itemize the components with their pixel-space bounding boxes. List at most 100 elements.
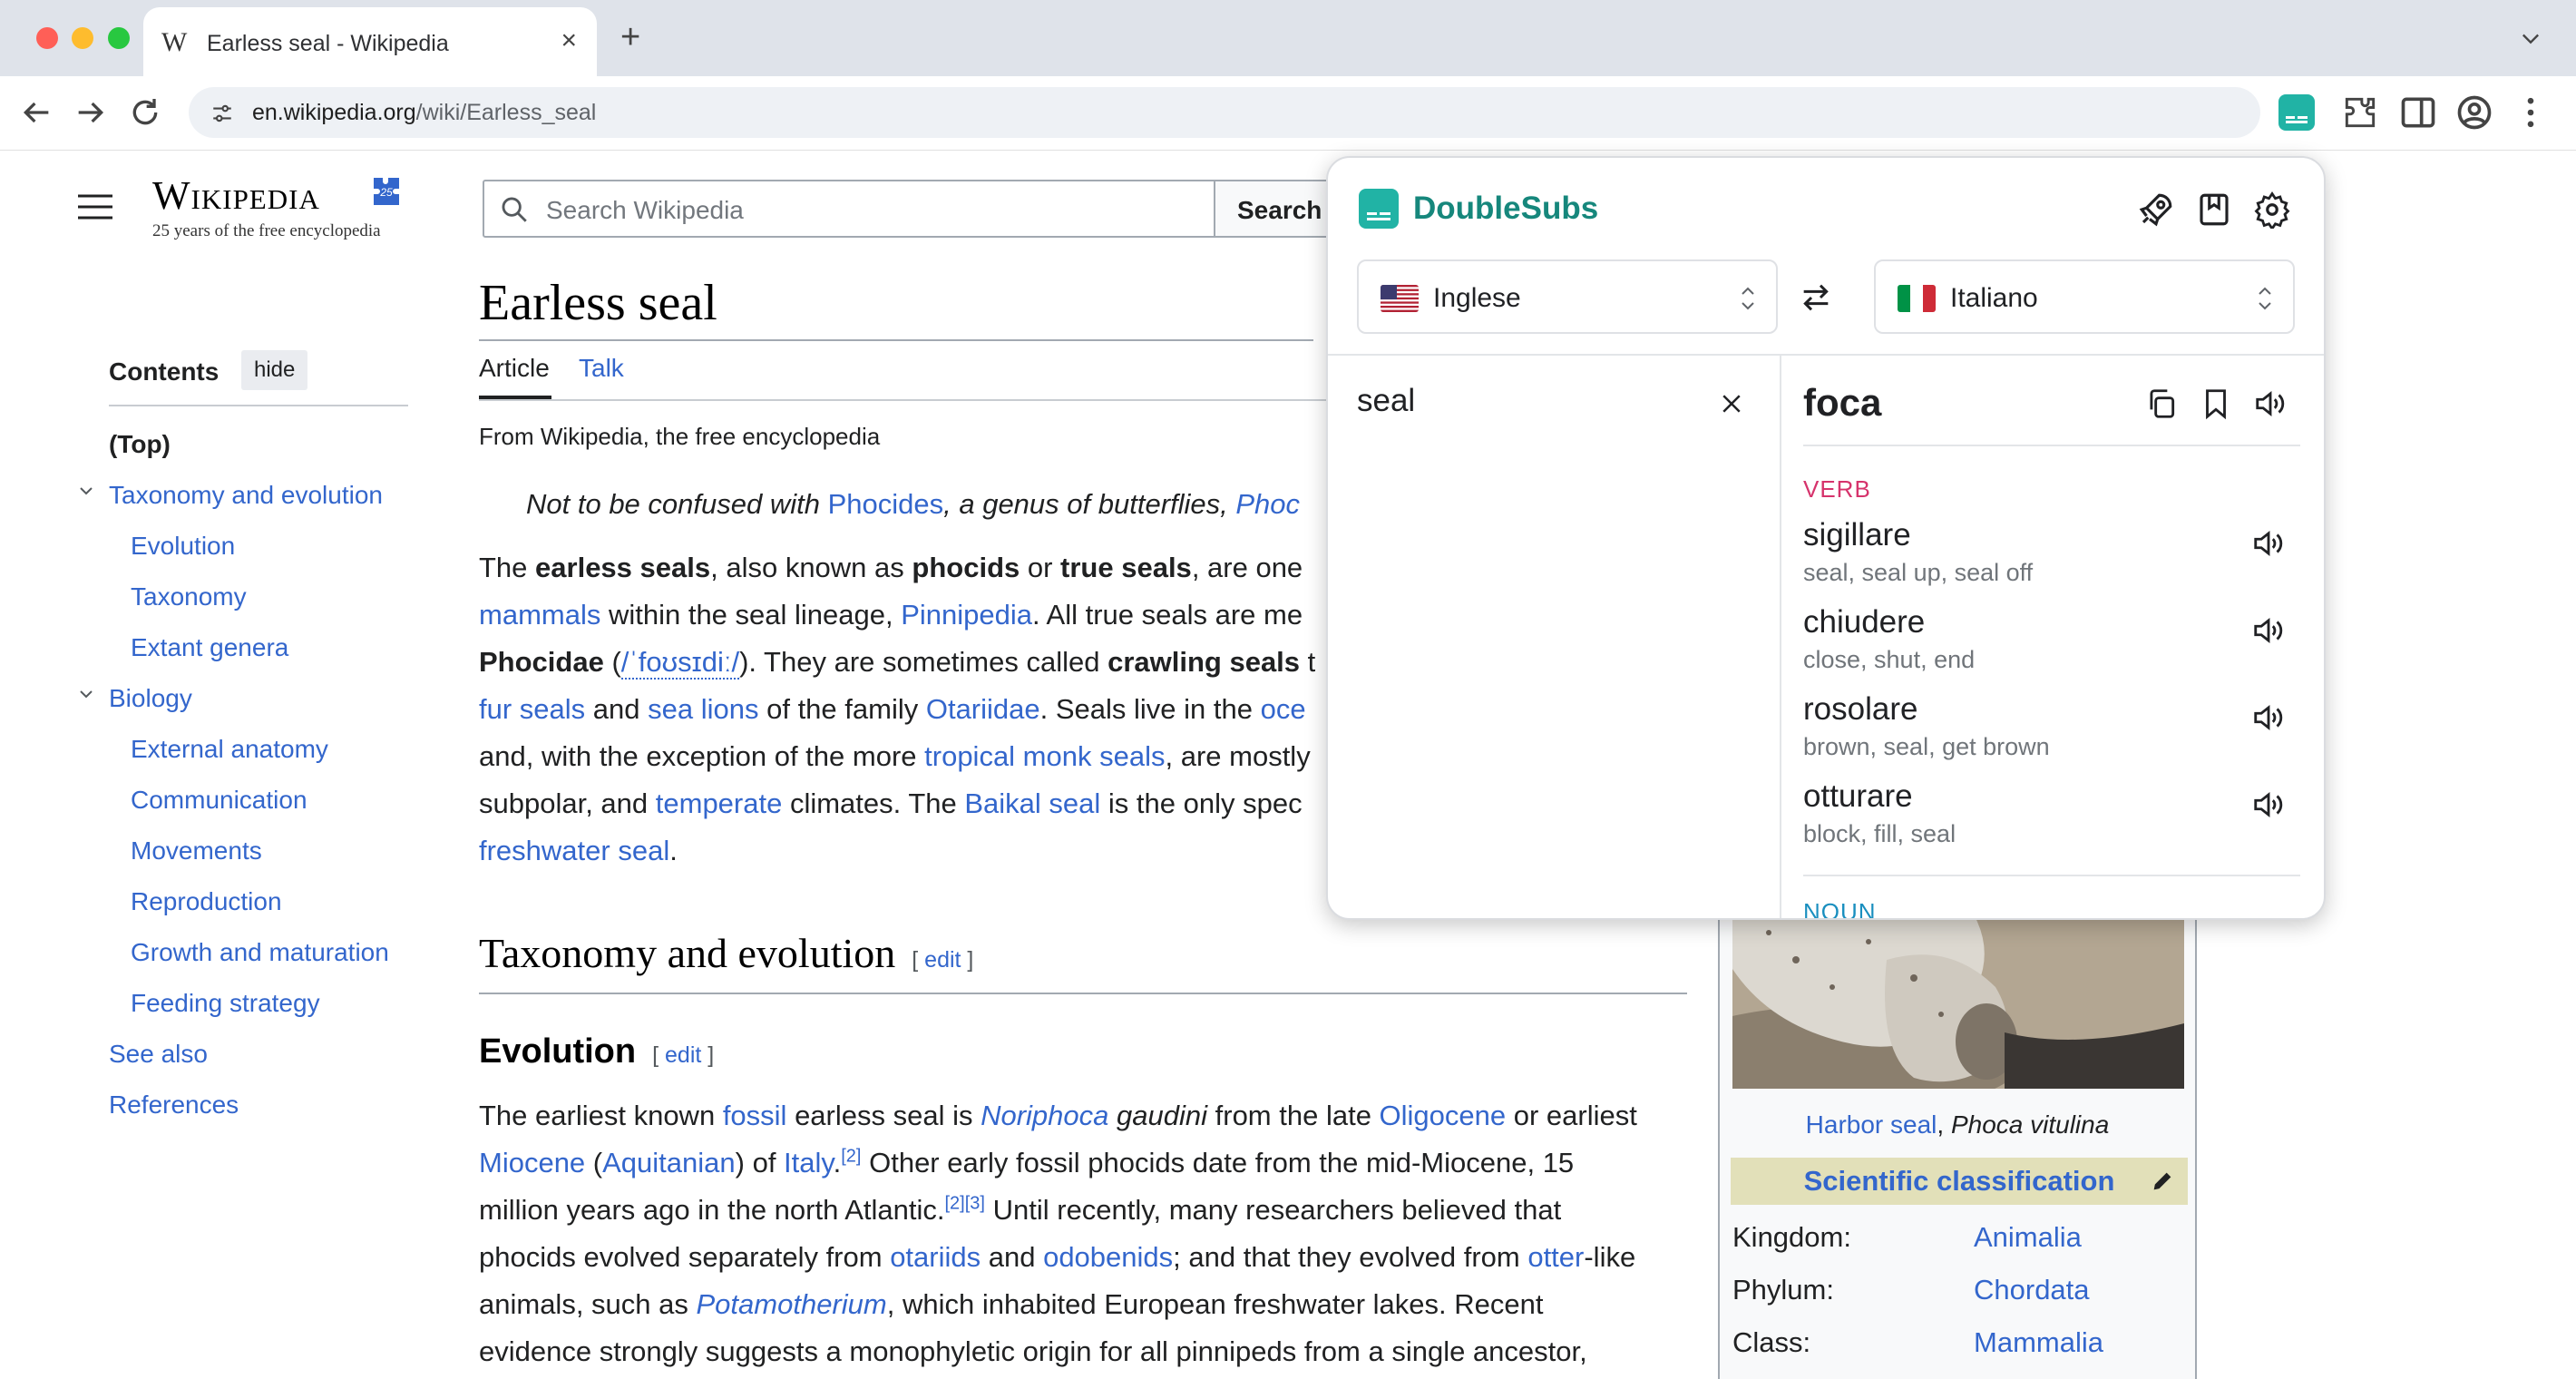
forward-arrow-icon[interactable]	[73, 94, 109, 131]
target-language-select[interactable]: Italiano	[1874, 259, 2295, 334]
chevron-up-down-icon	[2259, 287, 2271, 310]
chevron-down-icon[interactable]	[78, 686, 94, 702]
new-tab-button[interactable]: +	[620, 20, 640, 54]
svg-text:25: 25	[379, 186, 393, 199]
link-otariidae[interactable]: Otariidae	[926, 693, 1040, 725]
toc-item-top[interactable]: (Top)	[109, 430, 171, 459]
toc-item-communication[interactable]: Communication	[131, 786, 307, 815]
citation-2[interactable]: [2]	[841, 1147, 861, 1167]
link-animalia[interactable]: Animalia	[1974, 1221, 2082, 1254]
toc-item-taxonomy-and-evolution[interactable]: Taxonomy and evolution	[109, 481, 383, 510]
close-window-button[interactable]	[36, 27, 58, 49]
toc-item-evolution[interactable]: Evolution	[131, 532, 235, 561]
link-pinnipedia[interactable]: Pinnipedia	[901, 599, 1032, 631]
intro-line-6: subpolar, and temperate climates. The Ba…	[479, 787, 1303, 819]
translation-entry[interactable]: rosolare brown, seal, get brown	[1803, 691, 2050, 761]
translation-entry[interactable]: chiudere close, shut, end	[1803, 604, 1975, 674]
link-fossil[interactable]: fossil	[723, 1100, 787, 1131]
toc-item-extant-genera[interactable]: Extant genera	[131, 633, 288, 662]
settings-gear-icon[interactable]	[2253, 191, 2291, 229]
wikipedia-wordmark[interactable]: Wikipedia	[152, 172, 320, 219]
source-text-input[interactable]: seal	[1357, 383, 1415, 419]
edit-evolution-link[interactable]: edit	[665, 1042, 701, 1068]
link-oce[interactable]: oce	[1261, 693, 1306, 725]
reload-icon[interactable]	[127, 94, 163, 131]
search-button[interactable]: Search	[1214, 180, 1341, 238]
speaker-icon[interactable]	[2253, 386, 2288, 421]
side-panel-icon[interactable]	[2398, 93, 2438, 132]
harbor-seal-image[interactable]	[1732, 905, 2184, 1089]
toc-item-feeding-strategy[interactable]: Feeding strategy	[131, 989, 320, 1018]
chevron-down-icon[interactable]	[78, 483, 94, 499]
link-noriphoca[interactable]: Noriphoca	[981, 1100, 1108, 1131]
search-input[interactable]: Search Wikipedia	[483, 180, 1217, 238]
link-oligocene[interactable]: Oligocene	[1380, 1100, 1507, 1131]
edit-taxonomy-link[interactable]: edit	[924, 947, 961, 973]
link-odobenids[interactable]: odobenids	[1043, 1241, 1173, 1273]
link-sea-lions[interactable]: sea lions	[648, 693, 758, 725]
swap-languages-icon[interactable]	[1798, 279, 1834, 316]
link-potamotherium[interactable]: Potamotherium	[697, 1288, 887, 1320]
translation-divider	[1803, 445, 2300, 446]
copy-icon[interactable]	[2144, 386, 2179, 421]
entry-synonyms: block, fill, seal	[1803, 820, 1956, 847]
citation-3[interactable]: [3]	[965, 1194, 985, 1214]
toc-item-references[interactable]: References	[109, 1090, 239, 1120]
edit-pencil-icon[interactable]	[2150, 1169, 2175, 1194]
extension-name: DoubleSubs	[1413, 191, 1599, 226]
toc-item-taxonomy[interactable]: Taxonomy	[131, 582, 247, 611]
more-menu-icon[interactable]	[2511, 93, 2551, 132]
source-language-select[interactable]: Inglese	[1357, 259, 1778, 334]
toc-item-biology[interactable]: Biology	[109, 684, 192, 713]
link-otter[interactable]: otter	[1527, 1241, 1584, 1273]
link-italy[interactable]: Italy	[784, 1147, 834, 1179]
translation-entry[interactable]: otturare block, fill, seal	[1803, 778, 1956, 848]
link-aquitanian[interactable]: Aquitanian	[602, 1147, 736, 1179]
link-mammals[interactable]: mammals	[479, 599, 600, 631]
speaker-icon[interactable]	[2251, 700, 2286, 735]
site-settings-icon[interactable]	[210, 102, 234, 125]
toc-hide-button[interactable]: hide	[241, 350, 308, 390]
maximize-window-button[interactable]	[108, 27, 130, 49]
link-mammalia[interactable]: Mammalia	[1974, 1326, 2103, 1359]
toc-item-growth-and-maturation[interactable]: Growth and maturation	[131, 938, 389, 967]
close-tab-icon[interactable]: ×	[561, 25, 577, 56]
chevron-down-icon[interactable]	[2518, 25, 2543, 51]
clear-text-icon[interactable]	[1718, 390, 1745, 417]
link-tropical-monk-seals[interactable]: tropical monk seals	[924, 740, 1165, 772]
rocket-icon[interactable]	[2137, 191, 2175, 229]
toc-item-see-also[interactable]: See also	[109, 1040, 208, 1069]
toc-item-movements[interactable]: Movements	[131, 836, 262, 866]
link-chordata[interactable]: Chordata	[1974, 1274, 2090, 1306]
toc-item-external-anatomy[interactable]: External anatomy	[131, 735, 328, 764]
link-harbor-seal[interactable]: Harbor seal	[1806, 1110, 1937, 1139]
link-ipa[interactable]: /ˈfoʊsɪdiː/	[620, 646, 740, 680]
link-phocides[interactable]: Phocides	[828, 488, 944, 520]
bookmark-icon[interactable]	[2199, 386, 2233, 421]
minimize-window-button[interactable]	[72, 27, 93, 49]
link-otariids[interactable]: otariids	[890, 1241, 981, 1273]
link-phoc[interactable]: Phoc	[1235, 488, 1300, 520]
main-menu-icon[interactable]	[78, 194, 112, 220]
link-temperate[interactable]: temperate	[656, 787, 783, 819]
back-arrow-icon[interactable]	[18, 94, 54, 131]
tab-article[interactable]: Article	[479, 354, 550, 383]
link-fur-seals[interactable]: fur seals	[479, 693, 585, 725]
link-miocene[interactable]: Miocene	[479, 1147, 585, 1179]
speaker-icon[interactable]	[2251, 787, 2286, 822]
saved-words-icon[interactable]	[2195, 191, 2233, 229]
tab-talk[interactable]: Talk	[579, 354, 624, 383]
doublesubs-extension-icon[interactable]	[2278, 94, 2315, 131]
extensions-puzzle-icon[interactable]	[2340, 93, 2380, 132]
speaker-icon[interactable]	[2251, 613, 2286, 648]
translation-entry[interactable]: sigillare seal, seal up, seal off	[1803, 517, 2033, 587]
profile-avatar-icon[interactable]	[2454, 93, 2494, 132]
speaker-icon[interactable]	[2251, 526, 2286, 561]
link-baikal-seal[interactable]: Baikal seal	[964, 787, 1100, 819]
browser-tab[interactable]: W Earless seal - Wikipedia ×	[143, 7, 597, 76]
address-bar[interactable]: en.wikipedia.org/wiki/Earless_seal	[189, 87, 2260, 138]
link-freshwater-seal[interactable]: freshwater seal	[479, 835, 669, 866]
toc-item-reproduction[interactable]: Reproduction	[131, 887, 282, 916]
citation-2[interactable]: [2]	[945, 1194, 965, 1214]
pos-label-noun: NOUN	[1803, 898, 1877, 920]
